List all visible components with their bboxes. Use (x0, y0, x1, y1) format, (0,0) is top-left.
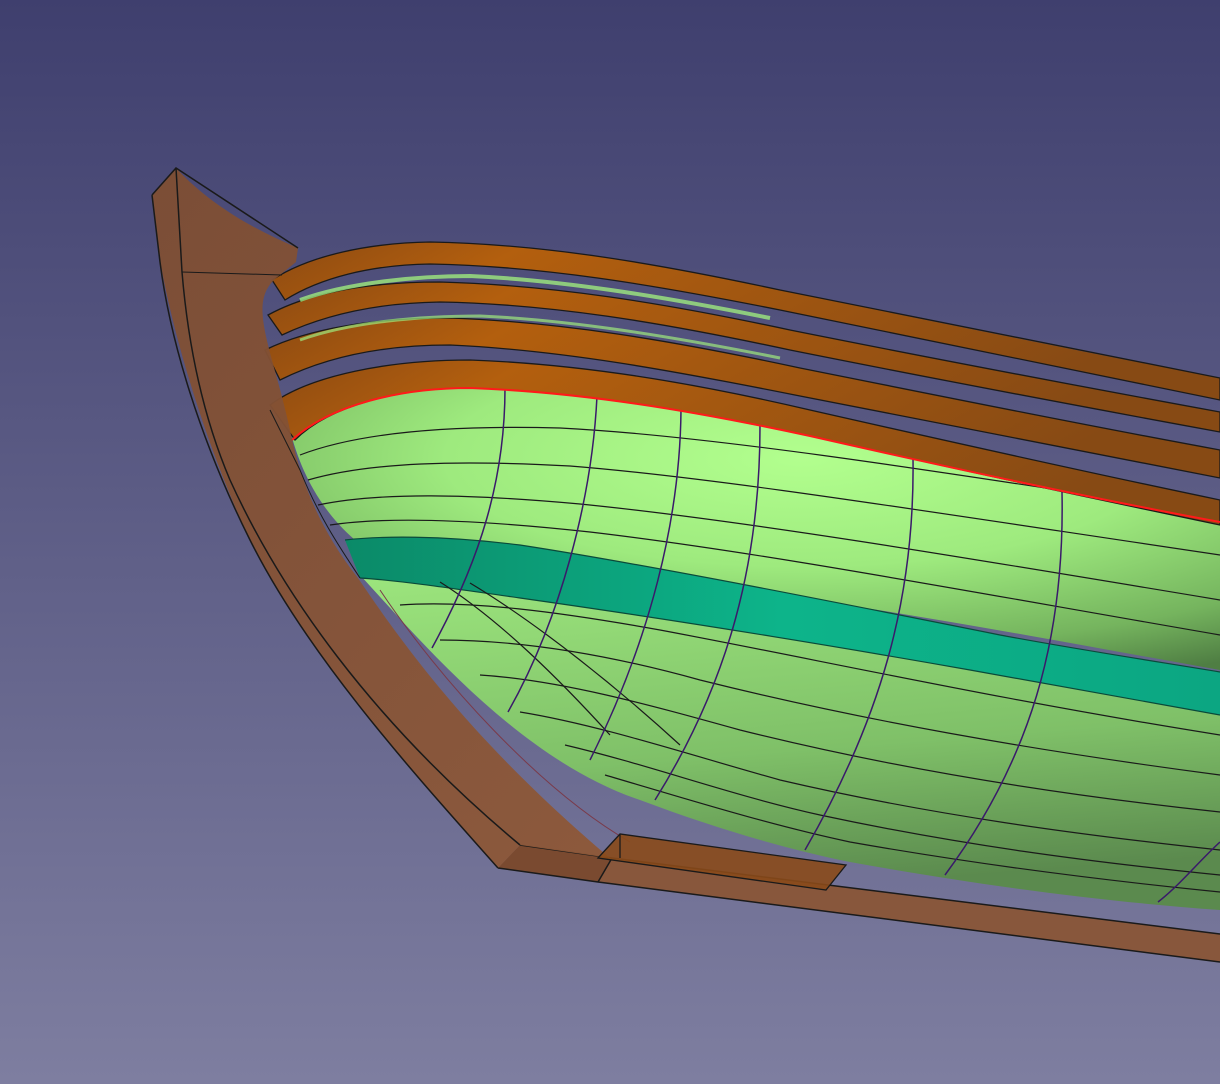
boat-hull-model[interactable] (0, 0, 1220, 1084)
3d-viewport[interactable] (0, 0, 1220, 1084)
